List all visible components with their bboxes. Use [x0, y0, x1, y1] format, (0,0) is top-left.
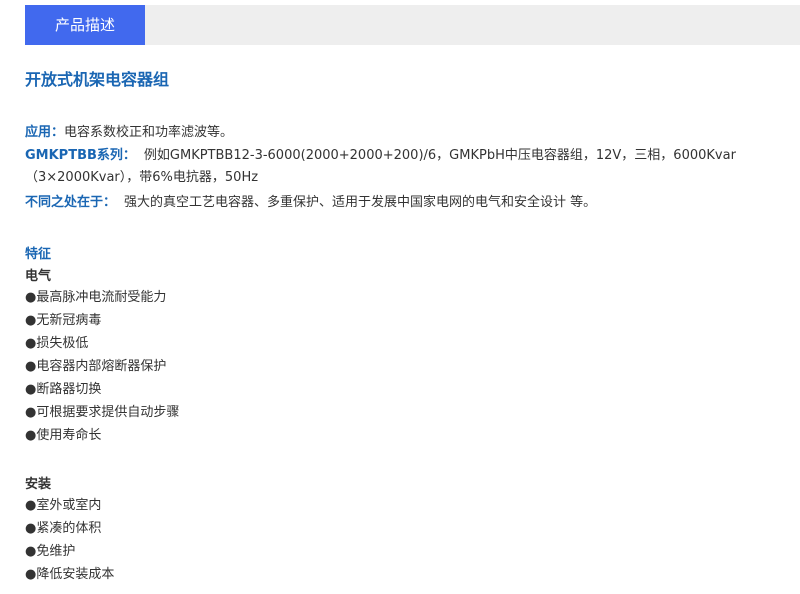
series-row-continued: （3×2000Kvar），带6%电抗器，50Hz [25, 167, 258, 189]
list-item: ●断路器切换 [25, 382, 102, 397]
application-row: 应用：电容系数校正和功率滤波等。 [25, 122, 233, 144]
series-label: GMKPTBB系列： [25, 148, 136, 163]
application-text: 电容系数校正和功率滤波等。 [64, 125, 234, 140]
list-item: ●电容器内部熔断器保护 [25, 359, 167, 374]
electrical-heading: 电气 [25, 269, 52, 284]
application-label: 应用： [25, 125, 65, 140]
installation-heading: 安装 [25, 477, 52, 492]
list-item: ●使用寿命长 [25, 428, 102, 443]
installation-feature-list: ●室外或室内 ●紧凑的体积 ●免维护 ●降低安装成本 [25, 494, 114, 586]
list-item: ●紧凑的体积 [25, 521, 102, 536]
list-item: ●最高脉冲电流耐受能力 [25, 290, 167, 305]
list-item: ●室外或室内 [25, 498, 102, 513]
tab-product-description[interactable]: 产品描述 [25, 5, 145, 45]
list-item: ●免维护 [25, 544, 76, 559]
difference-label: 不同之处在于： [25, 195, 117, 210]
difference-row: 不同之处在于： 强大的真空工艺电容器、多重保护、适用于发展中国家电网的电气和安全设… [25, 192, 596, 214]
list-item: ●可根据要求提供自动步骤 [25, 405, 180, 420]
series-row: GMKPTBB系列： 例如GMKPTBB12-3-6000(2000+2000+2… [25, 145, 736, 167]
features-heading: 特征 [25, 247, 52, 262]
list-item: ●损失极低 [25, 336, 89, 351]
series-text-continued: （3×2000Kvar），带6%电抗器，50Hz [25, 170, 259, 185]
list-item: ●降低安装成本 [25, 567, 115, 582]
tab-bar: 产品描述 [25, 5, 800, 45]
product-title: 开放式机架电容器组 [25, 70, 170, 89]
series-text: 例如GMKPTBB12-3-6000(2000+2000+200)/6，GMKP… [143, 148, 736, 163]
list-item: ●无新冠病毒 [25, 313, 102, 328]
difference-text: 强大的真空工艺电容器、多重保护、适用于发展中国家电网的电气和安全设计 等。 [124, 195, 597, 210]
electrical-feature-list: ●最高脉冲电流耐受能力 ●无新冠病毒 ●损失极低 ●电容器内部熔断器保护 ●断路… [25, 286, 179, 447]
